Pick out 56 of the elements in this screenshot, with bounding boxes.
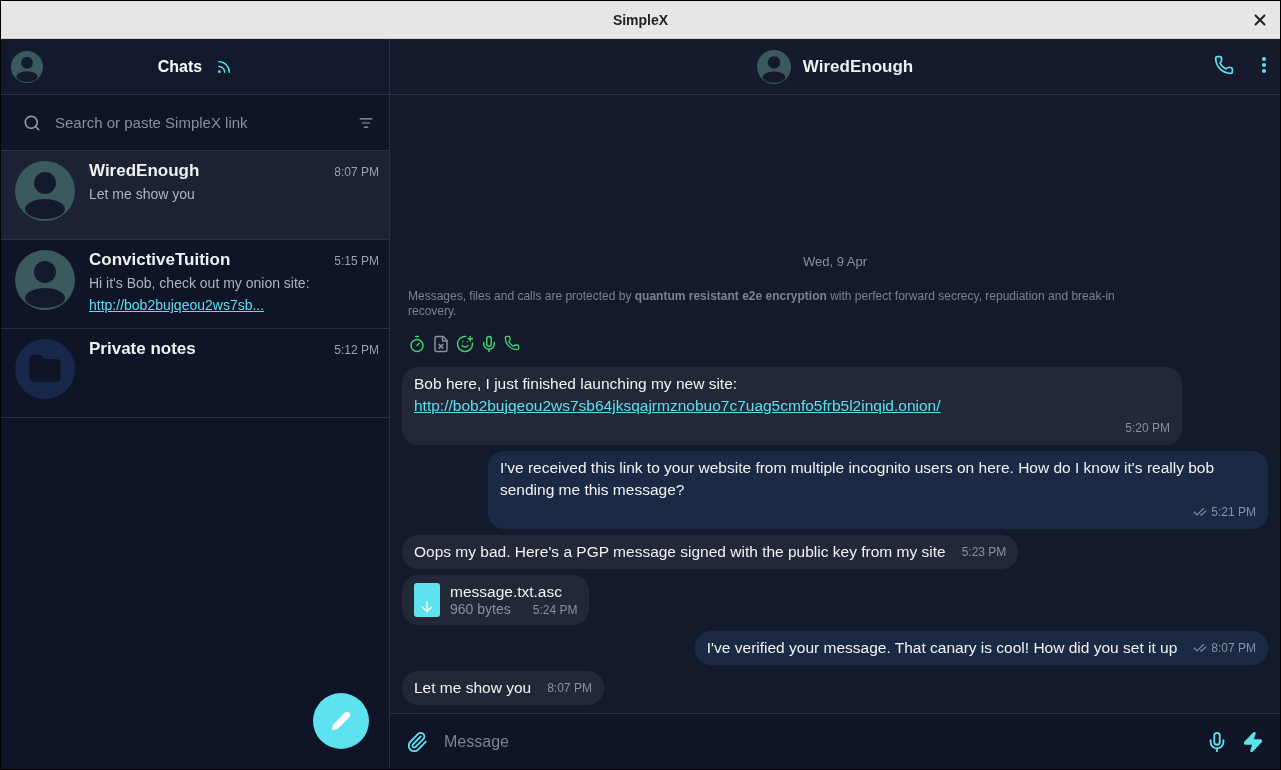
message-time: 5:21 PM bbox=[1211, 504, 1256, 521]
signal-icon[interactable] bbox=[216, 58, 233, 75]
message-time: 8:07 PM bbox=[1211, 640, 1256, 657]
phone-icon bbox=[504, 335, 520, 351]
sidebar-title: Chats bbox=[157, 57, 203, 76]
paperclip-icon[interactable] bbox=[406, 730, 428, 753]
encryption-notice: Messages, files and calls are protected by quantum resistant e2e encryption with perfect forward secrecy, repudiation and break-in recovery. bbox=[408, 289, 1116, 319]
file-name: message.txt.asc bbox=[450, 583, 563, 601]
chat-item[interactable]: Private notes 5:12 PM bbox=[1, 329, 389, 418]
chat-name: Private notes bbox=[89, 339, 196, 359]
menu-button[interactable] bbox=[1262, 55, 1266, 75]
contact-avatar bbox=[15, 161, 75, 221]
filter-icon[interactable] bbox=[359, 115, 373, 130]
message-time: 5:20 PM bbox=[1125, 420, 1170, 437]
window-title: SimpleX bbox=[612, 11, 669, 28]
chat-preview: Let me show you bbox=[89, 185, 196, 204]
contact-avatar bbox=[15, 250, 75, 310]
search-icon bbox=[23, 113, 41, 132]
close-icon bbox=[1254, 14, 1266, 26]
chat-time: 8:07 PM bbox=[334, 165, 379, 179]
message-text: I've verified your message. That canary is cool! How did you set it up bbox=[706, 638, 1178, 658]
phone-icon bbox=[1214, 55, 1234, 75]
chat-item[interactable]: WiredEnough 8:07 PM Let me show you bbox=[1, 151, 389, 240]
pencil-icon bbox=[331, 711, 351, 731]
chat-name: WiredEnough bbox=[89, 161, 200, 181]
preview-link[interactable]: http://bob2bujqeou2ws7sb... bbox=[89, 297, 265, 313]
message-text: Bob here, I just finished launching my new site: http://bob2bujqeou2ws7sb64jksqajrmznobuo7c7uag5cmfo5frb5l2inqid.onion/ bbox=[414, 374, 942, 416]
message-input[interactable]: Message bbox=[442, 731, 1192, 752]
lightning-icon[interactable] bbox=[1242, 730, 1264, 753]
delivered-icon bbox=[1193, 641, 1208, 655]
timer-icon bbox=[408, 335, 426, 353]
chat-name: ConvictiveTuition bbox=[89, 250, 231, 270]
file-icon bbox=[414, 583, 440, 617]
chat-preview: Hi it's Bob, check out my onion site: http://bob2bujqeou2ws7sb... bbox=[89, 274, 311, 315]
message-time: 5:23 PM bbox=[961, 544, 1007, 561]
file-size: 960 bytes bbox=[450, 601, 511, 617]
chat-time: 5:12 PM bbox=[334, 343, 379, 357]
emoji-icon bbox=[456, 335, 474, 353]
delivered-icon bbox=[1193, 505, 1208, 519]
message-time: 8:07 PM bbox=[547, 680, 592, 697]
chat-time: 5:15 PM bbox=[334, 254, 379, 268]
file-message[interactable]: message.txt.asc 960 bytes 5:24 PM bbox=[402, 575, 590, 625]
message-time: 5:24 PM bbox=[532, 603, 578, 617]
mic-icon bbox=[480, 335, 498, 353]
date-label: Wed, 9 Apr bbox=[802, 254, 868, 269]
call-button[interactable] bbox=[1214, 55, 1234, 75]
more-icon bbox=[1262, 57, 1266, 73]
contact-name[interactable]: WiredEnough bbox=[802, 56, 914, 77]
message-text: I've received this link to your website from multiple incognito users on here. How do I know it's really bob sending me this message? bbox=[500, 458, 1216, 500]
message-link[interactable]: http://bob2bujqeou2ws7sb64jksqajrmznobuo7c7uag5cmfo5frb5l2inqid.onion/ bbox=[414, 397, 941, 414]
compose-button[interactable] bbox=[313, 693, 369, 749]
chat-item[interactable]: ConvictiveTuition 5:15 PM Hi it's Bob, check out my onion site: http://bob2bujqeou2ws7sb... bbox=[1, 240, 389, 329]
search-field[interactable]: Search or paste SimpleX link bbox=[53, 113, 347, 132]
message-text: Let me show you bbox=[414, 678, 532, 698]
file-x-icon bbox=[432, 335, 450, 353]
message-text: Oops my bad. Here's a PGP message signed with the public key from my site bbox=[414, 542, 946, 562]
